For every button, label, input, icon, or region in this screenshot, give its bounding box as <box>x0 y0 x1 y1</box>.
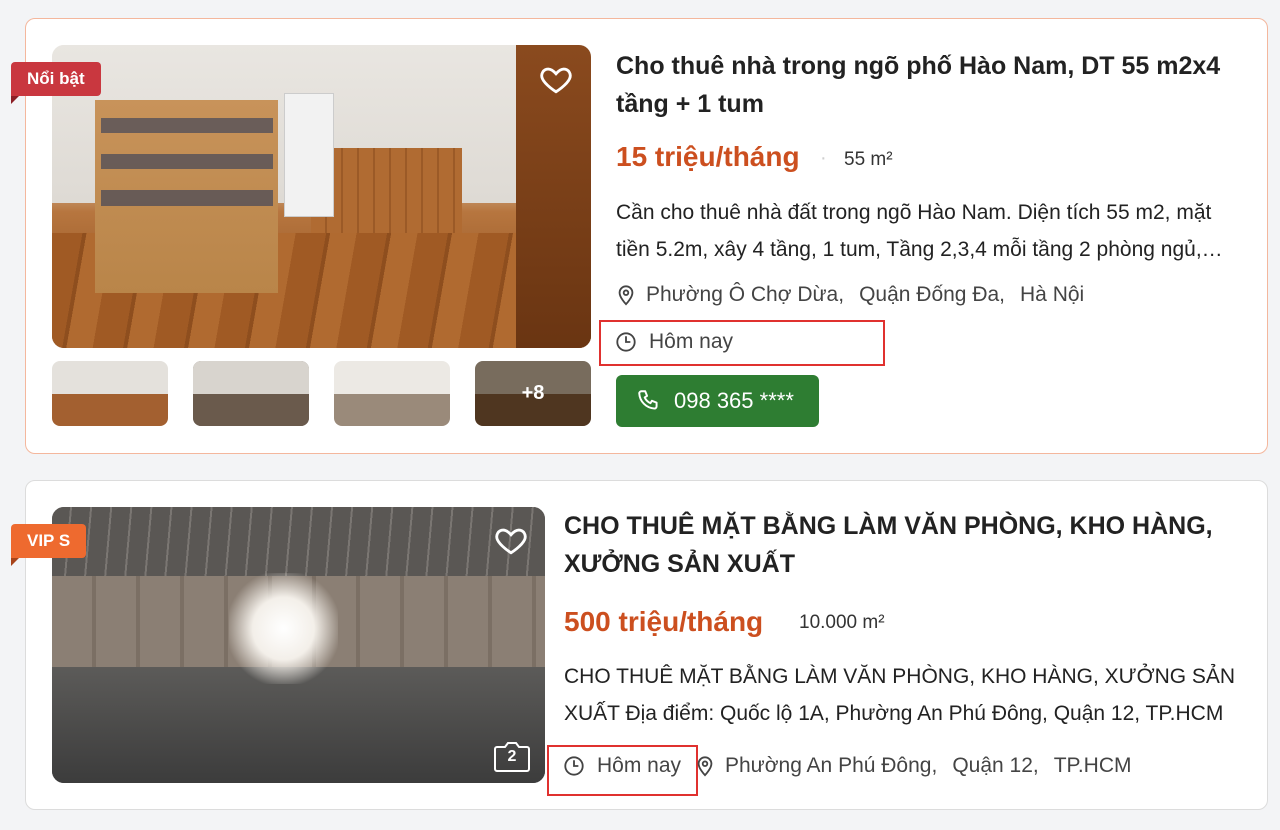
map-pin-icon <box>697 756 713 777</box>
photo-floor <box>52 667 545 783</box>
featured-badge: Nổi bật <box>11 62 101 104</box>
location-district: Quận 12, <box>952 754 1039 777</box>
clock-icon <box>616 332 636 352</box>
heart-outline-icon[interactable] <box>494 523 528 557</box>
clock-icon <box>564 756 584 776</box>
photo-count-indicator: 2 <box>493 739 531 775</box>
listing-card-2[interactable]: 2 CHO THUÊ MẶT BẰNG LÀM VĂN PHÒNG, KHO H… <box>25 480 1268 810</box>
listing-location: Phường An Phú Đông, Quận 12, TP.HCM <box>694 754 1132 778</box>
listing-thumbnail[interactable] <box>193 361 309 426</box>
phone-icon <box>638 390 658 410</box>
listing-card-1[interactable]: +8 Cho thuê nhà trong ngõ phố Hào Nam, D… <box>25 18 1268 454</box>
listing-thumbnail[interactable] <box>334 361 450 426</box>
photo-books <box>100 190 273 206</box>
location-city: Hà Nội <box>1020 283 1085 306</box>
listing-price: 15 triệu/tháng <box>616 141 800 172</box>
photo-books <box>100 117 273 133</box>
thumb-wall <box>52 361 168 394</box>
separator-dot: · <box>820 147 827 169</box>
map-pin-icon <box>618 285 634 306</box>
listing-description: CHO THUÊ MẶT BẰNG LÀM VĂN PHÒNG, KHO HÀN… <box>564 665 1236 725</box>
thumb-wall <box>193 361 309 394</box>
heart-outline-icon[interactable] <box>539 62 573 96</box>
listing-main-photo[interactable] <box>52 507 545 783</box>
phone-number: 098 365 **** <box>674 388 794 413</box>
photo-fridge <box>283 93 335 217</box>
location-city: TP.HCM <box>1053 754 1132 777</box>
photo-count: 2 <box>507 748 517 765</box>
listing-main-photo[interactable] <box>52 45 591 348</box>
thumb-floor <box>52 393 168 426</box>
photo-light <box>229 573 338 684</box>
show-phone-button[interactable]: 098 365 **** <box>616 375 819 427</box>
listing-posted-time: Hôm nay <box>563 754 681 778</box>
listing-description: Cần cho thuê nhà đất trong ngõ Hào Nam. … <box>616 201 1212 261</box>
listing-title[interactable]: Cho thuê nhà trong ngõ phố Hào Nam, DT 5… <box>616 47 1236 123</box>
listing-location: Phường Ô Chợ Dừa, Quận Đống Đa, Hà Nội <box>615 283 1084 307</box>
location-ward: Phường An Phú Đông, <box>725 754 938 777</box>
listing-thumbnail[interactable] <box>52 361 168 426</box>
listing-area: 10.000 m² <box>799 612 885 633</box>
listing-posted-time: Hôm nay <box>615 330 733 354</box>
thumb-floor <box>334 393 450 426</box>
listing-price: 500 triệu/tháng <box>564 606 764 637</box>
listing-thumbnail-more[interactable]: +8 <box>475 361 591 426</box>
posted-label: Hôm nay <box>597 754 682 777</box>
vip-badge: VIP S <box>11 524 87 566</box>
listing-area: 55 m² <box>844 149 893 170</box>
location-district: Quận Đống Đa, <box>859 283 1006 306</box>
photo-books <box>100 154 273 170</box>
more-photos-count: +8 <box>475 361 591 426</box>
thumb-floor <box>193 393 309 426</box>
posted-label: Hôm nay <box>649 330 734 353</box>
listing-title[interactable]: CHO THUÊ MẶT BẰNG LÀM VĂN PHÒNG, KHO HÀN… <box>564 507 1254 583</box>
thumb-wall <box>334 361 450 394</box>
location-ward: Phường Ô Chợ Dừa, <box>646 283 845 306</box>
